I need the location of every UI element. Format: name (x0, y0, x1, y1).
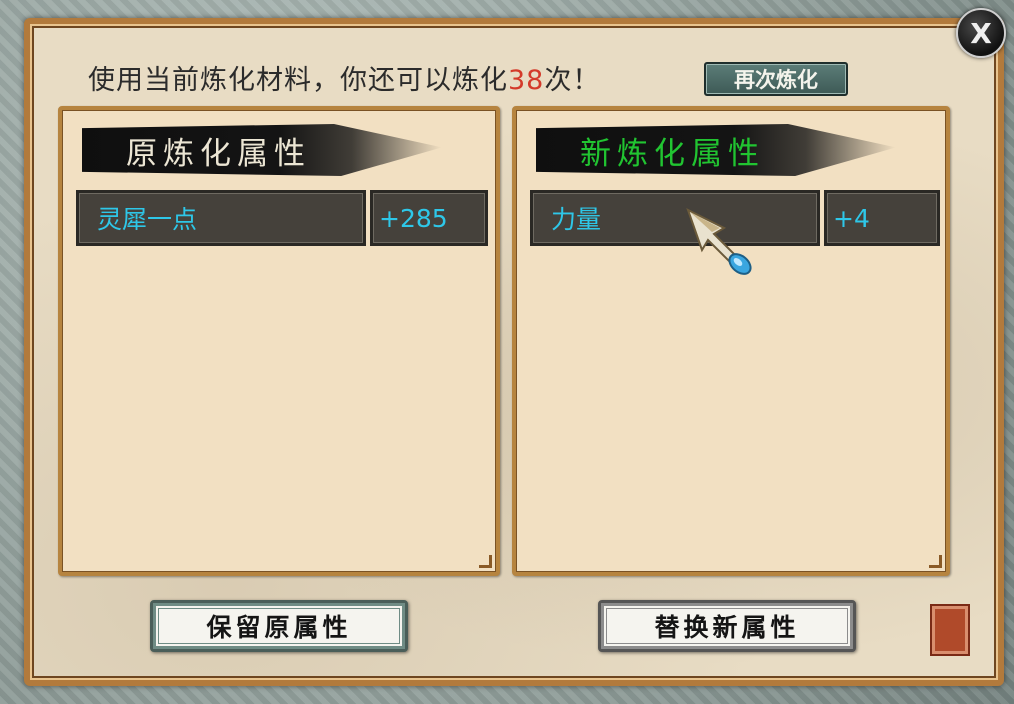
arrow-cursor-icon (686, 208, 752, 275)
corner-ornament (929, 555, 942, 568)
corner-ornament (479, 555, 492, 568)
new-attributes-panel: 新炼化属性 力量 +4 (512, 106, 950, 576)
new-attribute-value: +4 (824, 190, 940, 246)
remaining-count: 38 (508, 65, 545, 96)
replace-new-button[interactable]: 替换新属性 (598, 600, 856, 652)
keep-original-button[interactable]: 保留原属性 (150, 600, 408, 652)
message-suffix: 次！ (544, 65, 601, 96)
original-attribute-name: 灵犀一点 (76, 190, 366, 246)
close-button[interactable]: X (956, 8, 1006, 58)
seal-stamp-icon (930, 604, 970, 656)
refine-again-button[interactable]: 再次炼化 (704, 62, 848, 96)
remaining-refine-message: 使用当前炼化材料，你还可以炼化38次！ (88, 58, 600, 97)
message-prefix: 使用当前炼化材料，你还可以炼化 (88, 65, 508, 96)
original-attributes-panel: 原炼化属性 灵犀一点 +285 (58, 106, 500, 576)
original-attributes-title: 原炼化属性 (82, 124, 442, 176)
new-attribute-name: 力量 (530, 190, 820, 246)
original-attribute-value: +285 (370, 190, 488, 246)
close-icon: X (970, 16, 992, 50)
new-attributes-title: 新炼化属性 (536, 124, 896, 176)
